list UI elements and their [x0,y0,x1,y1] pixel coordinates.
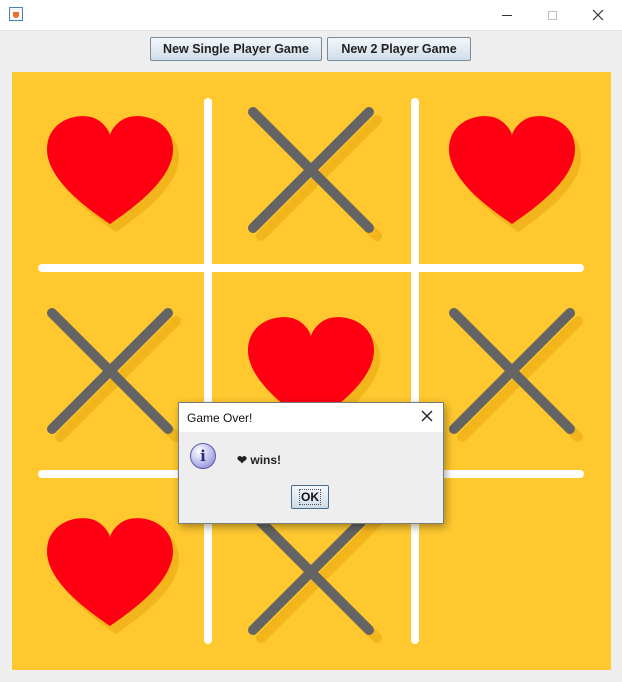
close-button[interactable] [575,0,621,30]
game-over-dialog: Game Over! i ❤ wins! OK [178,402,444,524]
ok-button-label: OK [299,489,321,505]
maximize-button[interactable] [529,0,575,30]
minimize-icon [502,14,512,16]
new-single-player-game-button[interactable]: New Single Player Game [150,37,322,61]
dialog-message: ❤ wins! [237,453,282,467]
minimize-button[interactable] [484,0,530,30]
info-icon: i [190,443,216,469]
close-icon [592,9,604,21]
ok-button[interactable]: OK [291,485,329,509]
maximize-icon [547,10,557,20]
heart-icon [46,518,174,626]
new-2-player-game-button[interactable]: New 2 Player Game [327,37,471,61]
board-canvas[interactable] [12,72,611,670]
window-titlebar [0,0,622,31]
heart-icon [46,116,174,224]
java-app-icon [9,7,23,21]
dialog-titlebar: Game Over! [179,403,443,432]
dialog-title: Game Over! [187,411,253,425]
dialog-close-icon[interactable] [419,408,435,424]
heart-icon [448,116,576,224]
game-board[interactable] [12,72,611,670]
